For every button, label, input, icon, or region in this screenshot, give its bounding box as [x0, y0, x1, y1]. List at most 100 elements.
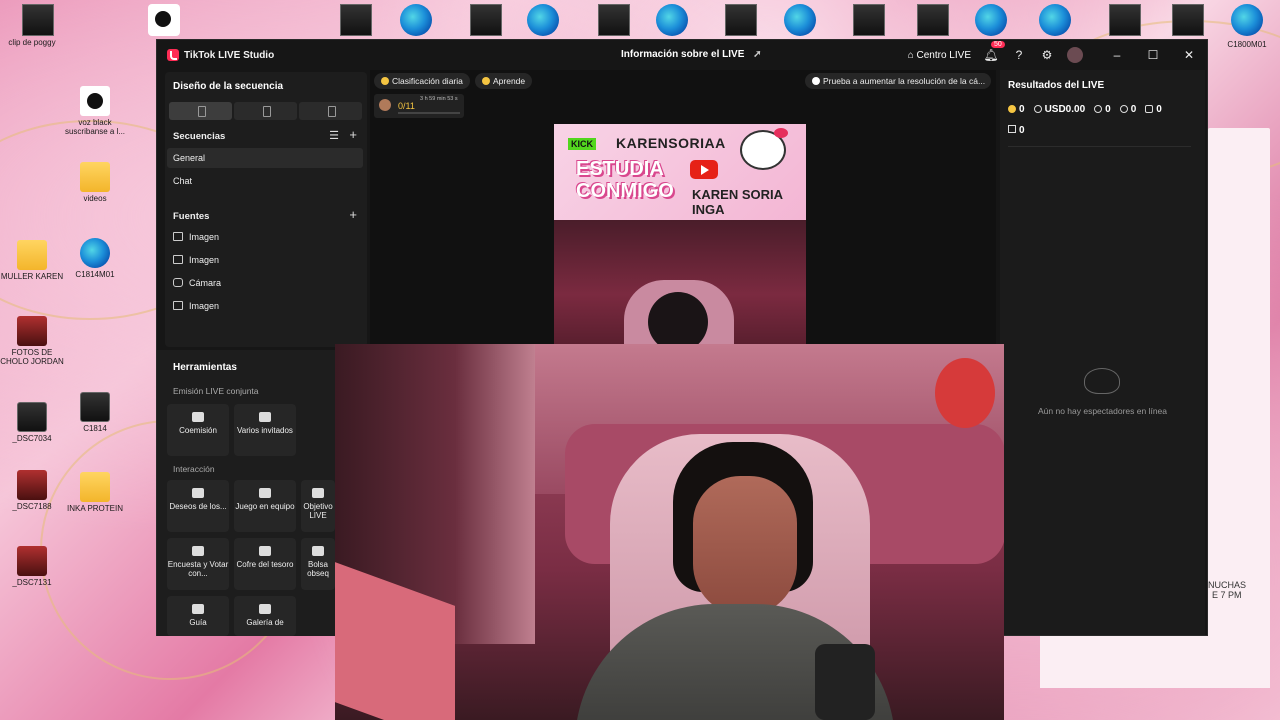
desktop-icon[interactable]: FOTOS DE CHOLO JORDAN	[0, 316, 67, 366]
image-file-icon	[17, 470, 47, 500]
help-icon: ?	[1015, 48, 1023, 62]
empty-viewers-text: Aún no hay espectadores en línea	[1037, 406, 1167, 416]
notifications-button[interactable]: 🔔︎ 50	[983, 41, 1005, 63]
stat-value: 0	[1019, 104, 1025, 115]
sequences-heading: Secuencias	[173, 131, 226, 142]
orientation-selector	[169, 102, 362, 120]
desktop-icon[interactable]: C1814	[60, 392, 130, 433]
guide-tile[interactable]: Guía	[167, 596, 229, 636]
portrait-option[interactable]	[169, 102, 232, 120]
tile-label: Guía	[189, 618, 207, 627]
gallery-icon	[259, 604, 271, 614]
source-item[interactable]: Imagen	[173, 301, 219, 311]
edge-browser-icon[interactable]	[1231, 4, 1263, 36]
camera-preview	[554, 220, 806, 344]
desktop-icon[interactable]: clip de poggy	[0, 38, 67, 47]
desktop-photo-icon[interactable]	[853, 4, 885, 36]
stat-value: USD0.00	[1044, 104, 1086, 115]
desktop-file-icon[interactable]	[340, 4, 372, 36]
add-source-button[interactable]: +	[349, 207, 357, 222]
desktop-photo-icon[interactable]	[1109, 4, 1141, 36]
settings-button[interactable]: ⚙	[1039, 47, 1055, 63]
desktop-icon[interactable]: _DSC7188	[0, 470, 67, 511]
source-item[interactable]: Imagen	[173, 255, 219, 265]
image-icon	[173, 232, 183, 241]
maximize-icon: ☐	[1147, 48, 1159, 62]
learn-chip[interactable]: Aprende	[475, 73, 533, 89]
maximize-button[interactable]: ☐	[1145, 47, 1161, 63]
desktop-photo-icon[interactable]	[917, 4, 949, 36]
desktop-photo-icon[interactable]	[725, 4, 757, 36]
chip-label: Prueba a aumentar la resolución de la cá…	[823, 76, 986, 86]
sequence-label: General	[173, 153, 206, 163]
edge-browser-icon[interactable]	[784, 4, 816, 36]
tile-label: Coemisión	[179, 426, 217, 435]
edge-browser-icon[interactable]	[400, 4, 432, 36]
live-goal-tile[interactable]: Objetivo LIVE	[301, 480, 335, 532]
source-label: Imagen	[189, 255, 220, 265]
source-item[interactable]: Cámara	[173, 278, 221, 288]
heart-icon	[1145, 105, 1154, 113]
help-button[interactable]: ?	[1011, 47, 1027, 63]
desktop-icon[interactable]: voz black suscribanse a l...	[60, 86, 130, 136]
desktop-icon[interactable]: MULLER KAREN	[0, 240, 67, 281]
tile-label: Galería de	[246, 618, 284, 627]
desktop-photo-icon[interactable]	[1172, 4, 1204, 36]
desktop-icon[interactable]: C1800M01	[1212, 40, 1280, 49]
team-game-tile[interactable]: Juego en equipo	[234, 480, 296, 532]
desktop-icon[interactable]: _DSC7034	[0, 402, 67, 443]
cohost-tile[interactable]: Coemisión	[167, 404, 229, 456]
profile-avatar[interactable]	[1067, 47, 1083, 63]
tools-panel: Herramientas Emisión LIVE conjunta Coemi…	[157, 350, 335, 636]
folder-icon	[17, 240, 47, 270]
joint-live-heading: Emisión LIVE conjunta	[173, 386, 259, 396]
desktop-video-icon[interactable]	[148, 4, 180, 36]
sequence-item-chat[interactable]: Chat	[173, 176, 192, 186]
gems-stat: 0	[1008, 104, 1025, 115]
desktop-icon[interactable]: _DSC7131	[0, 546, 67, 587]
minimize-button[interactable]: –	[1109, 47, 1125, 63]
source-item[interactable]: Imagen	[173, 232, 219, 242]
resolution-tip-chip[interactable]: Prueba a aumentar la resolución de la cá…	[805, 73, 991, 89]
webcam-scene	[815, 644, 875, 720]
live-goal-widget[interactable]: 0/11 3 h 59 min 53 s	[374, 94, 464, 118]
likes-stat: 0	[1145, 104, 1162, 115]
goal-count: 0/11	[398, 101, 415, 111]
live-info-button[interactable]: Información sobre el LIVE ➚	[621, 49, 762, 60]
background-text-line: E 7 PM	[1212, 590, 1242, 600]
gift-icon	[192, 488, 204, 498]
treasure-chest-tile[interactable]: Cofre del tesoro	[234, 538, 296, 590]
desktop-photo-icon[interactable]	[598, 4, 630, 36]
folder-icon	[80, 162, 110, 192]
desktop-icon[interactable]: INKA PROTEIN	[60, 472, 130, 513]
landscape-option[interactable]	[234, 102, 297, 120]
camera-scene	[648, 292, 708, 344]
daily-ranking-chip[interactable]: Clasificación diaria	[374, 73, 470, 89]
edge-browser-icon[interactable]	[527, 4, 559, 36]
wishes-tile[interactable]: Deseos de los...	[167, 480, 229, 532]
multi-guest-tile[interactable]: Varios invitados	[234, 404, 296, 456]
live-center-button[interactable]: ⌂ Centro LIVE	[908, 50, 971, 61]
gift-bag-tile[interactable]: Bolsa obseq	[301, 538, 335, 590]
live-center-label: Centro LIVE	[916, 49, 971, 61]
poll-tile[interactable]: Encuesta y Votar con...	[167, 538, 229, 590]
desktop-file-icon[interactable]	[470, 4, 502, 36]
tiktok-logo-icon	[167, 49, 179, 61]
desktop-file-icon[interactable]	[22, 4, 54, 36]
chest-icon	[259, 546, 271, 556]
close-button[interactable]: ✕	[1181, 47, 1197, 63]
gift-icon	[1008, 125, 1016, 133]
goal-timer: 3 h 59 min 53 s	[420, 96, 458, 102]
list-icon[interactable]: ☰	[329, 129, 339, 142]
desktop-icon-label: C1814M01	[75, 270, 115, 279]
edge-browser-icon[interactable]	[975, 4, 1007, 36]
edge-browser-icon[interactable]	[656, 4, 688, 36]
desktop-icon[interactable]: videos	[60, 162, 130, 203]
viewers-stat: 0	[1094, 104, 1111, 115]
layered-option[interactable]	[299, 102, 362, 120]
gallery-tile[interactable]: Galería de	[234, 596, 296, 636]
desktop-icon[interactable]: C1814M01	[60, 238, 130, 279]
desktop-icon-label: MULLER KAREN	[0, 272, 64, 281]
edge-browser-icon[interactable]	[1039, 4, 1071, 36]
add-sequence-button[interactable]: +	[349, 127, 357, 142]
